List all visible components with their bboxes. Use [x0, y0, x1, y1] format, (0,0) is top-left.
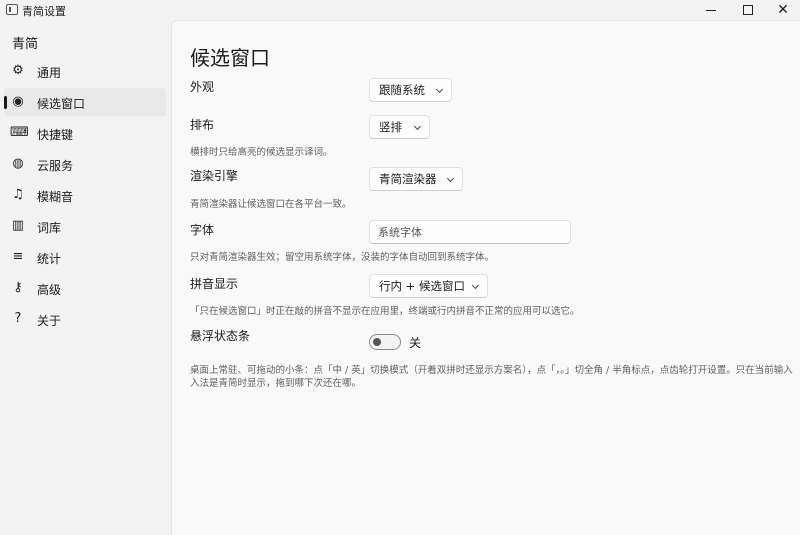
chevron-down-icon	[435, 85, 444, 94]
sidebar-item-fuzzy[interactable]: ♫ 模糊音	[4, 181, 166, 209]
pinyin-label: 拼音显示	[190, 277, 239, 291]
appearance-dropdown[interactable]: 跟随系统	[369, 78, 452, 102]
sidebar-item-label: 通用	[37, 66, 62, 80]
app-icon	[6, 4, 18, 15]
engine-description: 青简渲染器让候选窗口在各平台一致。	[190, 199, 352, 210]
engine-dropdown[interactable]: 青简渲染器	[369, 167, 463, 191]
library-icon: ▥	[11, 218, 25, 233]
sidebar: 青简 ⚙ 通用 ◉ 候选窗口 ⌨ 快捷键 ◍ 云服务 ♫ 模糊音 ▥ 词库 ≡ …	[0, 20, 170, 535]
globe-icon: ◍	[12, 156, 24, 171]
sidebar-item-candidate-window[interactable]: ◉ 候选窗口	[4, 88, 166, 116]
floating-bar-description: 桌面上常驻、可拖动的小条：点「中 / 英」切换模式（开着双拼时还显示方案名），点…	[190, 365, 793, 376]
toggle-knob	[373, 338, 381, 346]
sidebar-item-general[interactable]: ⚙ 通用	[4, 57, 166, 85]
sidebar-item-label: 统计	[37, 252, 62, 266]
close-button[interactable]: ✕	[760, 0, 800, 20]
floating-bar-label: 悬浮状态条	[190, 329, 251, 343]
layout-label: 排布	[190, 118, 215, 132]
sidebar-item-shortcuts[interactable]: ⌨ 快捷键	[4, 119, 166, 147]
title-bar: 青简设置 ✕	[0, 0, 800, 20]
gear-icon: ⚙	[12, 63, 24, 78]
layout-description: 横排时只给高亮的候选显示译词。	[190, 147, 333, 158]
floating-bar-toggle[interactable]	[369, 334, 401, 350]
layout-dropdown[interactable]: 竖排	[369, 115, 430, 139]
sidebar-item-label: 候选窗口	[37, 97, 86, 111]
sidebar-item-label: 模糊音	[37, 190, 74, 204]
engine-label: 渲染引擎	[190, 169, 239, 183]
sidebar-item-advanced[interactable]: ⚷ 高级	[4, 274, 166, 302]
keyboard-icon: ⌨	[10, 125, 29, 140]
engine-value: 青简渲染器	[379, 172, 437, 186]
chevron-down-icon	[413, 122, 422, 131]
sidebar-item-about[interactable]: ? 关于	[4, 305, 166, 333]
chevron-down-icon	[446, 174, 455, 183]
sidebar-item-label: 云服务	[37, 159, 74, 173]
settings-panel: 候选窗口 外观 跟随系统 排布 竖排 横排时只给高亮的候选显示译词。 渲染引擎 …	[171, 20, 800, 535]
pinyin-description: 「只在候选窗口」时正在敲的拼音不显示在应用里，终端或行内拼音不正常的应用可以选它…	[190, 306, 580, 317]
sidebar-item-dictionary[interactable]: ▥ 词库	[4, 212, 166, 240]
sidebar-title: 青简	[12, 37, 39, 52]
floating-bar-state: 关	[409, 336, 422, 350]
pinyin-value: 行内 + 候选窗口	[379, 279, 465, 293]
question-icon: ?	[14, 311, 22, 326]
sidebar-item-label: 词库	[37, 221, 62, 235]
chevron-down-icon	[471, 281, 480, 290]
sidebar-item-label: 关于	[37, 314, 62, 328]
window-title: 青简设置	[22, 5, 66, 18]
layout-value: 竖排	[379, 120, 402, 134]
font-input[interactable]: 系统字体	[369, 220, 571, 244]
music-note-icon: ♫	[12, 187, 24, 202]
list-icon: ≡	[12, 249, 24, 264]
appearance-label: 外观	[190, 80, 215, 94]
wrench-icon: ⚷	[13, 280, 23, 295]
pinyin-dropdown[interactable]: 行内 + 候选窗口	[369, 274, 488, 298]
sidebar-item-stats[interactable]: ≡ 统计	[4, 243, 166, 271]
sidebar-item-cloud[interactable]: ◍ 云服务	[4, 150, 166, 178]
font-description: 只对青简渲染器生效；留空用系统字体，没装的字体自动回到系统字体。	[190, 252, 495, 263]
appearance-value: 跟随系统	[379, 83, 425, 97]
sidebar-item-label: 高级	[37, 283, 62, 297]
font-label: 字体	[190, 223, 215, 237]
page-title: 候选窗口	[190, 46, 270, 70]
eye-icon: ◉	[12, 94, 24, 109]
floating-bar-description-2: 入法是青简时显示，拖到哪下次还在哪。	[190, 378, 362, 389]
sidebar-item-label: 快捷键	[37, 128, 74, 142]
